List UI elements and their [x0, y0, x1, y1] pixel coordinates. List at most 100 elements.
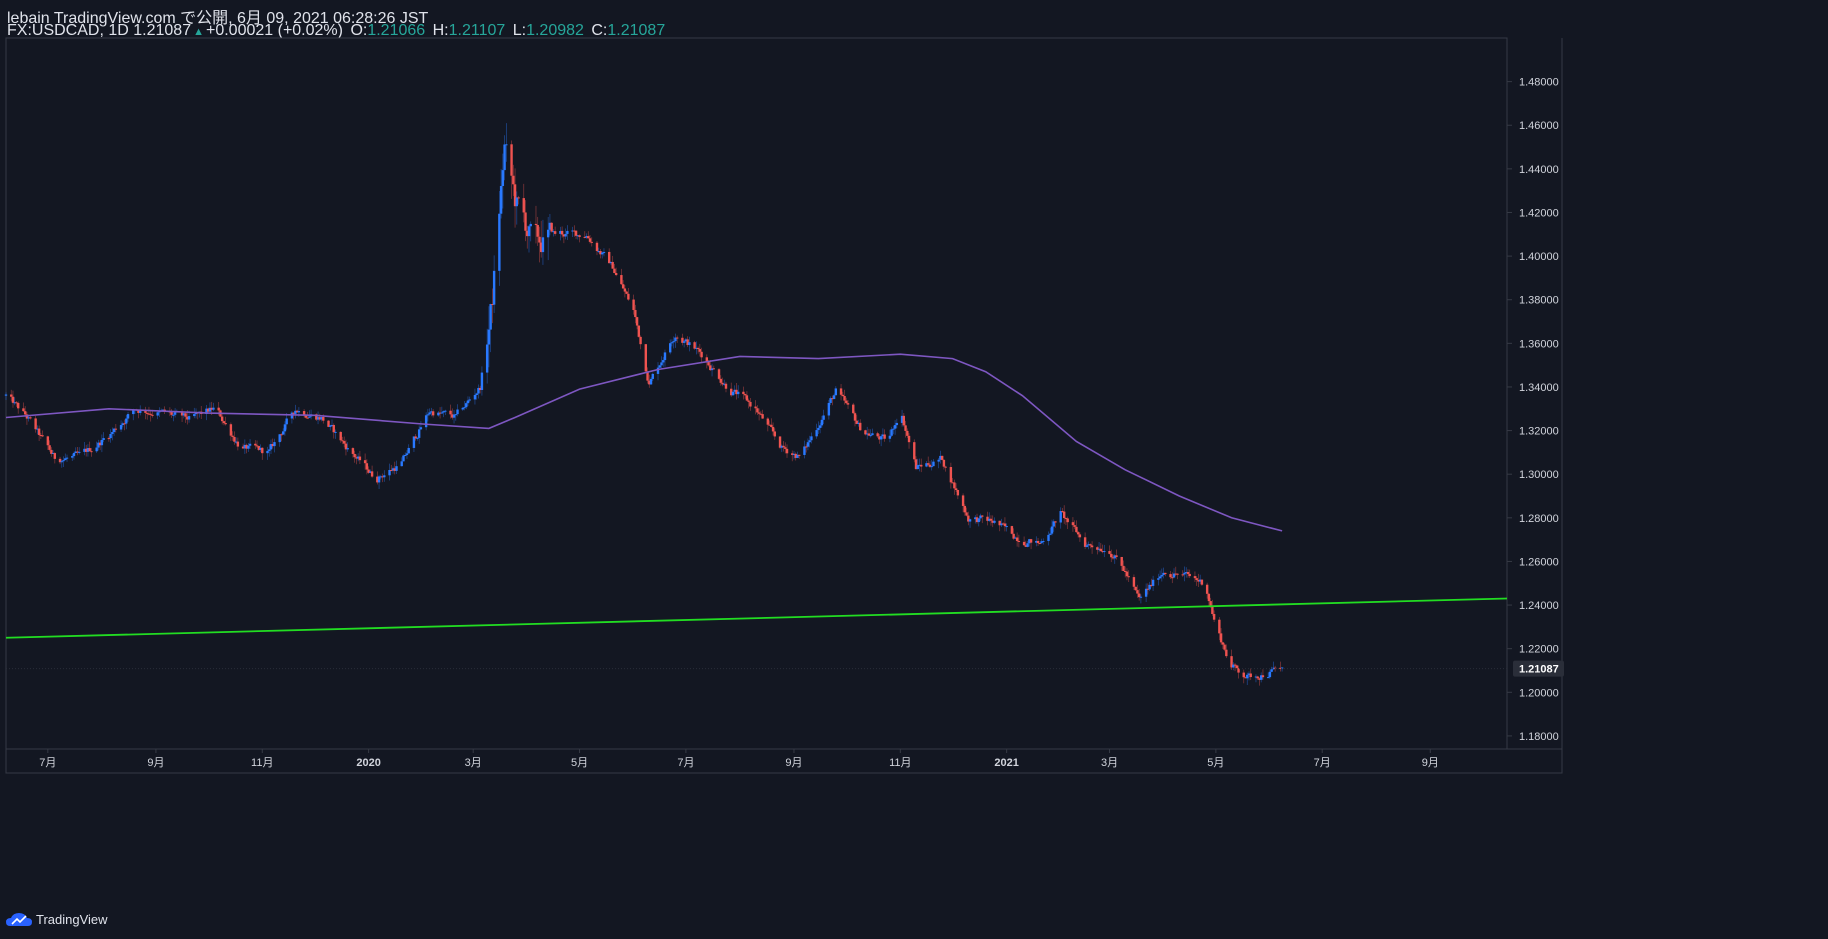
- candle-body: [669, 343, 672, 353]
- candle-body: [46, 436, 50, 446]
- candle-body: [956, 490, 960, 496]
- candle-body: [845, 400, 848, 404]
- candle-body: [1261, 675, 1265, 678]
- tradingview-logo[interactable]: TradingView: [6, 912, 108, 927]
- footer-brand: TradingView: [36, 912, 108, 927]
- x-tick-label: 3月: [1101, 757, 1118, 769]
- candle-body: [109, 433, 112, 439]
- candle-body: [71, 456, 74, 458]
- candle-body: [1015, 537, 1019, 541]
- candle-body: [53, 453, 57, 459]
- candle-body: [1076, 532, 1080, 535]
- candle-body: [41, 435, 44, 437]
- candle-body: [222, 421, 226, 424]
- candle-body: [1036, 540, 1040, 543]
- candle-body: [527, 226, 531, 237]
- candle-body: [890, 429, 893, 436]
- candle-body: [510, 144, 513, 176]
- candle-body: [1205, 584, 1209, 594]
- candle-body: [1139, 596, 1143, 598]
- candle-body: [346, 448, 349, 450]
- candle-body: [1125, 571, 1129, 577]
- y-tick-label: 1.18000: [1519, 731, 1559, 743]
- candle-body: [297, 411, 301, 413]
- candle-body: [846, 403, 850, 405]
- candle-body: [1157, 578, 1160, 580]
- candle-body: [247, 445, 250, 449]
- candle-body: [566, 230, 569, 234]
- candle-body: [536, 225, 539, 237]
- x-tick-label: 9月: [785, 757, 802, 769]
- candle-body: [281, 431, 285, 435]
- x-tick-label: 2021: [994, 757, 1018, 769]
- candle-body: [644, 344, 647, 372]
- candle-body: [454, 414, 457, 416]
- candle-body: [859, 422, 862, 431]
- candle-body: [1188, 573, 1191, 577]
- x-tick-label: 9月: [147, 757, 164, 769]
- candle-body: [489, 304, 492, 330]
- candle-body: [944, 466, 947, 468]
- candle-body: [904, 425, 907, 431]
- last-price-label: 1.21087: [1519, 664, 1559, 676]
- candle-body: [405, 453, 409, 455]
- candle-body: [475, 393, 478, 396]
- candle-body: [417, 429, 421, 438]
- y-tick-label: 1.48000: [1519, 77, 1559, 89]
- y-tick-label: 1.22000: [1519, 644, 1559, 656]
- candle-body: [107, 438, 111, 440]
- price-chart[interactable]: 1.48000 1.46000 1.44000 1.42000 1.40000 1.380…: [0, 0, 1828, 939]
- candle-body: [505, 144, 508, 146]
- candle-body: [888, 435, 892, 439]
- candle-body: [635, 317, 639, 326]
- candle-body: [1054, 521, 1057, 523]
- candle-body: [353, 453, 356, 458]
- candle-body: [658, 365, 661, 368]
- candle-body: [613, 268, 616, 274]
- candle-body: [937, 459, 940, 462]
- candle-body: [1186, 572, 1190, 574]
- candle-body: [660, 362, 663, 366]
- candle-body: [736, 391, 740, 395]
- x-tick-label: 7月: [677, 757, 694, 769]
- candle-body: [220, 416, 224, 422]
- candle-body: [761, 414, 764, 419]
- candle-body: [1010, 526, 1014, 534]
- candle-body: [930, 466, 933, 468]
- candle-body: [1158, 576, 1162, 579]
- x-tick-label: 3月: [465, 757, 482, 769]
- candle-body: [1103, 551, 1106, 553]
- candle-body: [546, 229, 550, 238]
- candle-body: [151, 414, 154, 416]
- candle-body: [1099, 548, 1103, 552]
- candle-body: [440, 412, 444, 414]
- candle-body: [1122, 565, 1125, 571]
- candle-body: [332, 424, 335, 433]
- candle-body: [1071, 522, 1075, 526]
- candle-body: [37, 428, 41, 435]
- candle-body: [463, 407, 466, 409]
- y-tick-label: 1.20000: [1519, 687, 1559, 699]
- candle-body: [1110, 553, 1113, 558]
- candle-body: [492, 270, 496, 305]
- candle-body: [798, 454, 801, 456]
- candle-body: [968, 519, 972, 522]
- candle-body: [395, 466, 398, 471]
- candle-body: [672, 341, 675, 343]
- candle-body: [712, 368, 715, 370]
- candle-body: [503, 144, 506, 171]
- candle-body: [22, 408, 25, 412]
- candle-body: [625, 291, 628, 294]
- candle-body: [424, 415, 428, 428]
- candle-body: [501, 170, 505, 186]
- candle-body: [724, 383, 728, 389]
- candle-body: [832, 395, 836, 400]
- candle-body: [827, 402, 831, 416]
- candle-body: [466, 400, 470, 404]
- candle-body: [839, 388, 843, 395]
- candle-body: [698, 349, 702, 352]
- candle-body: [965, 512, 968, 516]
- x-tick-label: 7月: [39, 757, 56, 769]
- candle-body: [487, 329, 491, 345]
- candle-body: [818, 425, 822, 428]
